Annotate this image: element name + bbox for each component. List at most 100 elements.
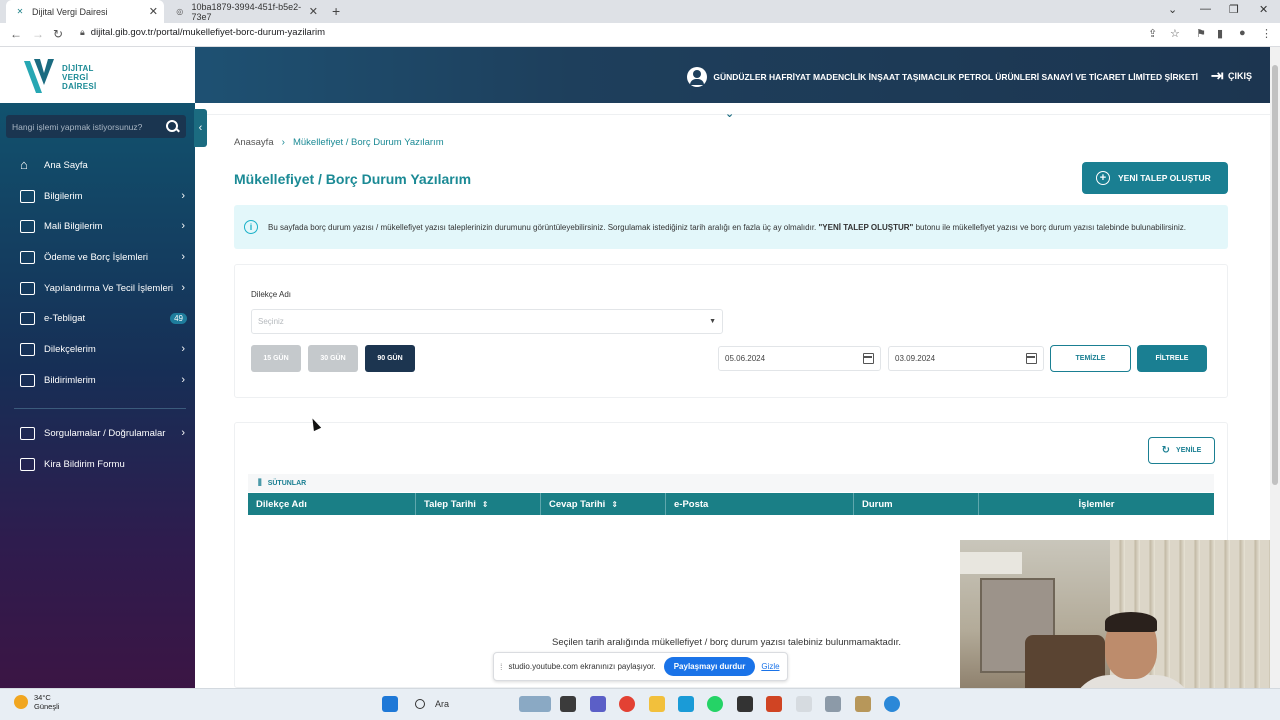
chevron-right-icon: › [181, 282, 185, 294]
column-header-talep-tarihi[interactable]: Talep Tarihi ⇕ [416, 493, 541, 515]
range-90-days-button[interactable]: 90 GÜN [365, 345, 415, 372]
sidebar-item-label: Yapılandırma Ve Tecil İşlemleri [44, 282, 174, 294]
browser-tab-strip: ✕ Dijital Vergi Dairesi ✕ ◎ 10ba1879-399… [0, 0, 1280, 23]
stop-sharing-button[interactable]: Paylaşmayı durdur [663, 657, 756, 676]
extension-icon[interactable]: ⚑ [1196, 27, 1206, 40]
sidebar-item-label: Bildirimlerim [44, 374, 96, 386]
share-icon[interactable]: ⇪ [1148, 27, 1157, 40]
sidebar-item-e-tebligat[interactable]: e-Tebligat 49 [0, 305, 195, 331]
column-header-dilekce-adi[interactable]: Dilekçe Adı [248, 493, 416, 515]
close-tab-icon[interactable]: ✕ [309, 5, 318, 18]
app-icon[interactable] [825, 696, 841, 712]
sidebar-item-bildirimlerim[interactable]: Bildirimlerim › [0, 367, 195, 393]
drag-handle-icon[interactable]: ⁞ [500, 662, 503, 672]
breadcrumb-home[interactable]: Anasayfa [234, 137, 274, 148]
minimize-icon[interactable]: — [1200, 3, 1211, 15]
mail-icon [20, 311, 35, 325]
range-30-days-button[interactable]: 30 GÜN [308, 345, 358, 372]
sidebar-item-dilekcelerim[interactable]: Dilekçelerim › [0, 336, 195, 362]
column-header-e-posta[interactable]: e-Posta [666, 493, 854, 515]
start-date-input[interactable]: 05.06.2024 [718, 346, 881, 371]
chevron-right-icon: › [181, 343, 185, 355]
sidebar-item-kira-bildirim[interactable]: Kira Bildirim Formu [0, 451, 195, 477]
scrollbar-thumb[interactable] [1272, 65, 1278, 485]
taskbar-search[interactable]: Ara [405, 694, 509, 714]
close-window-icon[interactable]: ✕ [1259, 3, 1268, 16]
end-date-value: 03.09.2024 [895, 354, 936, 363]
user-name: GÜNDÜZLER HAFRİYAT MADENCİLİK İNŞAAT TAŞ… [713, 72, 1198, 82]
app-icon[interactable] [678, 696, 694, 712]
petition-select[interactable]: Seçiniz ▼ [251, 309, 723, 334]
notification-badge: 49 [170, 312, 187, 324]
forward-icon[interactable]: → [32, 27, 44, 41]
sidebar-item-yapilandirma[interactable]: Yapılandırma Ve Tecil İşlemleri › [0, 275, 195, 301]
menu-dots-icon[interactable]: ⋮ [1261, 27, 1272, 40]
gib-logo-icon[interactable] [22, 55, 56, 97]
logout-button[interactable]: ⇥ ÇIKIŞ [1211, 66, 1252, 86]
sidebar-item-label: e-Tebligat [44, 312, 86, 324]
close-tab-icon[interactable]: ✕ [149, 5, 158, 18]
sidebar-search-input[interactable]: Hangi işlemi yapmak istiyorsunuz? [6, 115, 186, 138]
favicon-icon: ✕ [16, 7, 24, 16]
search-icon[interactable] [166, 119, 180, 134]
collapse-sidebar-button[interactable]: ‹ [194, 109, 207, 147]
chevron-right-icon: › [181, 190, 185, 202]
end-date-input[interactable]: 03.09.2024 [888, 346, 1044, 371]
column-header-cevap-tarihi[interactable]: Cevap Tarihi ⇕ [541, 493, 666, 515]
chevron-right-icon: › [181, 251, 185, 263]
logo-text: DİJİTAL VERGİ DAİRESİ [62, 64, 97, 91]
taskbar [0, 688, 1280, 720]
new-tab-icon[interactable]: + [332, 3, 340, 19]
whatsapp-icon[interactable] [707, 696, 723, 712]
powerpoint-icon[interactable] [766, 696, 782, 712]
browser-tab[interactable]: ◎ 10ba1879-3994-451f-b5e2-73e7 ✕ [166, 0, 324, 23]
columns-toggle[interactable]: ⫼ SÜTUNLAR [248, 474, 1214, 492]
user-info[interactable]: GÜNDÜZLER HAFRİYAT MADENCİLİK İNŞAAT TAŞ… [687, 67, 1198, 87]
new-request-button[interactable]: + YENİ TALEP OLUŞTUR [1082, 162, 1228, 194]
sidebar-item-bilgilerim[interactable]: Bilgilerim › [0, 183, 195, 209]
star-icon[interactable]: ☆ [1170, 27, 1180, 40]
browser-tab-active[interactable]: ✕ Dijital Vergi Dairesi ✕ [6, 0, 164, 23]
chevron-down-icon[interactable]: ⌄ [725, 107, 734, 120]
url-field[interactable]: 🔒︎ dijital.gib.gov.tr/portal/mukellefiye… [80, 27, 325, 38]
filter-button[interactable]: FİLTRELE [1137, 345, 1207, 372]
range-15-days-button[interactable]: 15 GÜN [251, 345, 301, 372]
column-header-durum[interactable]: Durum [854, 493, 979, 515]
sidebar-item-sorgulamalar[interactable]: Sorgulamalar / Doğrulamalar › [0, 420, 195, 446]
weather-widget[interactable]: 34°C Güneşli [14, 693, 59, 711]
windows-start-icon[interactable] [382, 696, 398, 712]
bookmark-icon [20, 373, 35, 387]
sidebar-item-mali-bilgilerim[interactable]: Mali Bilgilerim › [0, 213, 195, 239]
table-header: Dilekçe Adı Talep Tarihi ⇕ Cevap Tarihi ⇕ … [248, 493, 1214, 515]
terminal-icon[interactable] [737, 696, 753, 712]
app-icon[interactable] [855, 696, 871, 712]
chrome-active-icon[interactable] [884, 696, 900, 712]
breadcrumb-current: Mükellefiyet / Borç Durum Yazılarım [292, 137, 444, 148]
sidepanel-icon[interactable]: ▮ [1217, 27, 1223, 40]
folder-icon[interactable] [649, 696, 665, 712]
search-placeholder: Hangi işlemi yapmak istiyorsunuz? [12, 121, 143, 132]
profile-icon[interactable]: ● [1239, 27, 1246, 39]
money-icon [20, 281, 35, 295]
restore-icon[interactable]: ❐ [1229, 3, 1239, 16]
refresh-button[interactable]: ↻ YENİLE [1148, 437, 1215, 464]
sidebar-item-odeme-borc[interactable]: Ödeme ve Borç İşlemleri › [0, 244, 195, 270]
reload-icon[interactable]: ↻ [53, 27, 63, 41]
chrome-icon[interactable] [619, 696, 635, 712]
file-explorer-icon[interactable] [560, 696, 576, 712]
back-icon[interactable]: ← [10, 27, 22, 41]
chevron-right-icon: › [181, 427, 185, 439]
tab-search-icon[interactable]: ⌄ [1168, 3, 1177, 16]
calendar-icon[interactable] [1026, 353, 1037, 364]
sort-icon[interactable]: ⇕ [482, 500, 489, 509]
sidebar-item-ana-sayfa[interactable]: ⌂ Ana Sayfa [0, 152, 195, 178]
app-icon[interactable] [796, 696, 812, 712]
sidebar-item-label: Dilekçelerim [44, 343, 96, 355]
clear-button[interactable]: TEMİZLE [1050, 345, 1131, 372]
teams-icon[interactable] [590, 696, 606, 712]
app-thumbnail-icon[interactable] [519, 696, 551, 712]
hide-share-bar-link[interactable]: Gizle [761, 662, 779, 671]
calendar-icon[interactable] [863, 353, 874, 364]
page-scrollbar[interactable] [1270, 47, 1280, 688]
sort-icon[interactable]: ⇕ [611, 500, 618, 509]
